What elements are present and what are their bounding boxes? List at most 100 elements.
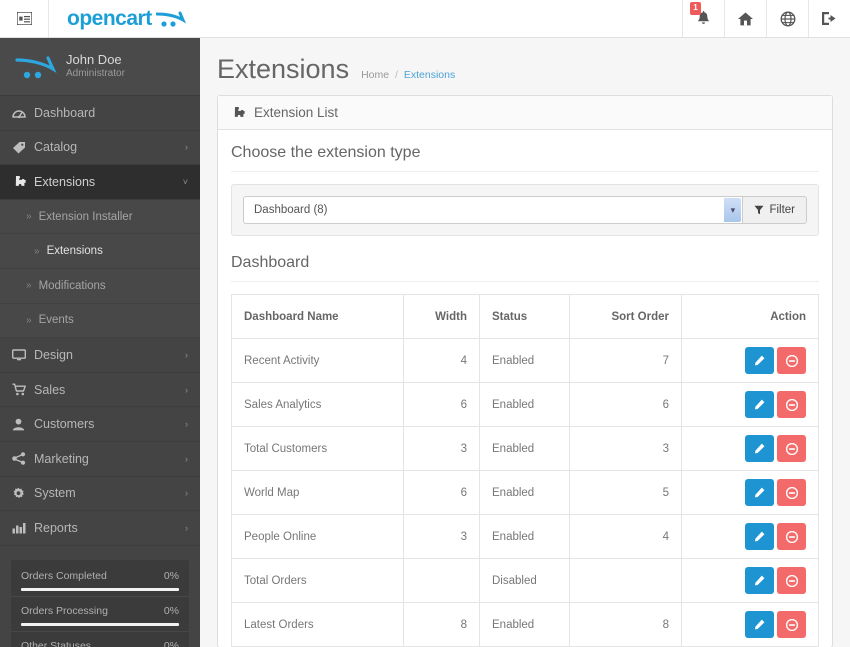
sidebar-subitem-label: Events	[38, 314, 74, 327]
double-chevron-icon: »	[26, 314, 32, 326]
sidebar-item-label: Customers	[34, 417, 95, 432]
notification-bell-button[interactable]: 1	[682, 0, 724, 37]
sidebar-toggle-button[interactable]	[0, 0, 49, 37]
sidebar-item-extension-installer[interactable]: » Extension Installer	[0, 200, 200, 235]
cell-width: 3	[403, 426, 480, 471]
sidebar-item-catalog[interactable]: Catalog ›	[0, 131, 200, 166]
progress-fill	[21, 622, 179, 626]
table-header-row: Dashboard Name Width Status Sort Order A…	[231, 294, 819, 339]
extension-type-select[interactable]: Dashboard (8) ▾	[243, 196, 743, 224]
edit-button[interactable]	[745, 435, 774, 462]
stat-orders-completed: Orders Completed 0%	[11, 562, 189, 597]
minus-circle-icon	[785, 354, 798, 367]
sidebar-item-label: Dashboard	[34, 105, 96, 120]
pencil-icon	[754, 355, 765, 366]
cell-name: Recent Activity	[231, 338, 404, 383]
monitor-icon	[12, 349, 34, 361]
breadcrumb-home[interactable]: Home	[361, 69, 389, 81]
topbar-icon-group: 1	[682, 0, 850, 37]
uninstall-button[interactable]	[777, 523, 806, 550]
stat-label: Orders Processing	[21, 604, 108, 617]
breadcrumb-current[interactable]: Extensions	[404, 69, 455, 81]
sidebar-subitem-label: Extension Installer	[38, 210, 133, 223]
sidebar-item-label: Design	[34, 347, 73, 362]
uninstall-button[interactable]	[777, 347, 806, 374]
extension-group-title: Dashboard	[231, 254, 819, 282]
column-header-status: Status	[479, 294, 570, 339]
cell-sort-order	[569, 558, 682, 603]
tag-icon	[12, 141, 34, 154]
table-row: Total Orders Disabled	[231, 558, 819, 603]
sidebar-item-marketing[interactable]: Marketing ›	[0, 442, 200, 477]
sidebar-item-extensions[interactable]: Extensions ˅	[0, 165, 200, 200]
sidebar-subitem-label: Modifications	[38, 279, 106, 292]
panel-header: Extension List	[218, 96, 832, 130]
edit-button[interactable]	[745, 391, 774, 418]
storefront-home-button[interactable]	[724, 0, 766, 37]
pencil-icon	[754, 575, 765, 586]
table-row: Latest Orders 8 Enabled 8	[231, 602, 819, 647]
chevron-right-icon: ›	[185, 488, 188, 499]
pencil-icon	[754, 443, 765, 454]
cell-width	[403, 558, 480, 603]
edit-button[interactable]	[745, 347, 774, 374]
chevron-down-icon: ˅	[182, 176, 188, 187]
progress-fill	[21, 587, 179, 591]
sidebar-item-label: Sales	[34, 382, 66, 397]
uninstall-button[interactable]	[777, 567, 806, 594]
sidebar-nav: Dashboard Catalog › Extensions ˅ » Exten…	[0, 96, 200, 546]
chevron-right-icon: ›	[185, 453, 188, 464]
column-header-sort-order: Sort Order	[569, 294, 682, 339]
uninstall-button[interactable]	[777, 435, 806, 462]
stat-value: 0%	[163, 604, 179, 617]
cell-action	[681, 426, 819, 471]
cell-sort-order: 7	[569, 338, 682, 383]
notification-count-badge: 1	[690, 2, 701, 15]
logout-button[interactable]	[808, 0, 850, 37]
sidebar-item-sales[interactable]: Sales ›	[0, 373, 200, 408]
edit-button[interactable]	[745, 479, 774, 506]
filter-button[interactable]: Filter	[742, 196, 807, 224]
opencart-admin-page: opencart 1 John Doe Administrator Dashbo…	[0, 0, 850, 647]
uninstall-button[interactable]	[777, 391, 806, 418]
double-chevron-icon: »	[26, 280, 32, 292]
sidebar-item-reports[interactable]: Reports ›	[0, 511, 200, 546]
language-globe-button[interactable]	[766, 0, 808, 37]
pencil-icon	[754, 531, 765, 542]
cell-status: Enabled	[479, 514, 570, 559]
sidebar-item-design[interactable]: Design ›	[0, 338, 200, 373]
sidebar-item-dashboard[interactable]: Dashboard	[0, 96, 200, 131]
brand-logo[interactable]: opencart	[49, 0, 204, 37]
brand-label: opencart	[67, 6, 152, 30]
minus-circle-icon	[785, 486, 798, 499]
top-navbar: opencart 1	[0, 0, 850, 38]
uninstall-button[interactable]	[777, 479, 806, 506]
dashboard-gauge-icon	[12, 107, 34, 119]
share-nodes-icon	[12, 452, 34, 466]
edit-button[interactable]	[745, 611, 774, 638]
user-profile[interactable]: John Doe Administrator	[0, 38, 200, 96]
table-row: Recent Activity 4 Enabled 7	[231, 338, 819, 383]
page-title: Extensions	[217, 54, 350, 84]
table-row: People Online 3 Enabled 4	[231, 514, 819, 559]
sidebar-item-customers[interactable]: Customers ›	[0, 407, 200, 442]
extension-type-select-value: Dashboard (8)	[254, 204, 328, 216]
edit-button[interactable]	[745, 567, 774, 594]
extension-list-panel: Extension List Choose the extension type…	[217, 95, 833, 647]
stat-value: 0%	[163, 639, 179, 647]
stat-value: 0%	[163, 569, 179, 582]
double-chevron-icon: »	[26, 211, 32, 223]
sidebar-item-system[interactable]: System ›	[0, 477, 200, 512]
minus-circle-icon	[785, 398, 798, 411]
sidebar-item-extensions-sub[interactable]: » Extensions	[0, 234, 200, 269]
sidebar-item-events[interactable]: » Events	[0, 304, 200, 339]
cell-status: Disabled	[479, 558, 570, 603]
sidebar-item-modifications[interactable]: » Modifications	[0, 269, 200, 304]
pencil-icon	[754, 399, 765, 410]
sidebar-item-label: System	[34, 486, 76, 501]
chevron-down-icon[interactable]: ▾	[724, 198, 742, 222]
uninstall-button[interactable]	[777, 611, 806, 638]
edit-button[interactable]	[745, 523, 774, 550]
cell-status: Enabled	[479, 602, 570, 647]
chevron-right-icon: ›	[185, 142, 188, 153]
